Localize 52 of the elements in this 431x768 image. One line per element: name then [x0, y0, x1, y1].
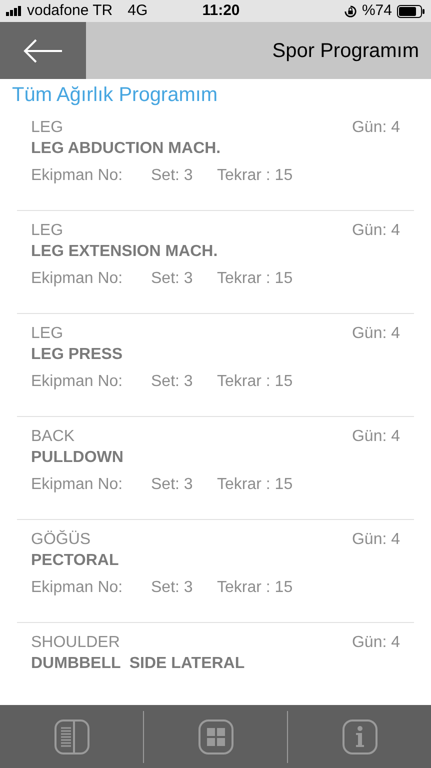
repetition-count: Tekrar : 15 [217, 475, 293, 495]
exercise-day: Gün: 4 [352, 530, 400, 550]
grid-icon [198, 718, 234, 754]
exercise-category: BACK [31, 427, 75, 447]
exercise-name: PULLDOWN [31, 448, 124, 468]
set-count: Set: 3 [151, 269, 194, 289]
exercise-name: LEG ABDUCTION MACH. [31, 139, 222, 159]
repetition-count: Tekrar : 15 [217, 578, 293, 598]
exercise-day: Gün: 4 [352, 633, 400, 653]
exercise-category: GÖĞÜS [31, 530, 91, 550]
back-button[interactable] [0, 22, 86, 79]
set-count: Set: 3 [151, 166, 194, 186]
exercise-row[interactable]: LEG Gün: 4 LEG PRESS Ekipman No: Set: 3 Tekrar : 15 [17, 314, 414, 417]
back-arrow-icon [23, 38, 63, 62]
set-count: Set: 3 [151, 578, 194, 598]
header-title: Spor Programım [272, 38, 419, 64]
exercise-row[interactable]: GÖĞÜS Gün: 4 PECTORAL Ekipman No: Set: 3 Tekrar : 15 [17, 520, 414, 623]
exercise-category: LEG [31, 324, 64, 344]
exercise-category: LEG [31, 118, 64, 138]
equipment-number: Ekipman No: [31, 475, 124, 495]
exercise-row[interactable]: LEG Gün: 4 LEG ABDUCTION MACH. Ekipman No: Set: 3 Tekrar : 15 [17, 108, 414, 211]
exercise-day: Gün: 4 [352, 118, 400, 138]
exercise-row[interactable]: BACK Gün: 4 PULLDOWN Ekipman No: Set: 3 Tekrar : 15 [17, 417, 414, 520]
network-type: 4G [128, 0, 148, 21]
info-icon [342, 718, 378, 754]
equipment-number: Ekipman No: [31, 578, 124, 598]
exercise-name: LEG PRESS [31, 345, 124, 365]
section-title: Tüm Ağırlık Programım [11, 83, 219, 108]
signal-icon [6, 6, 22, 16]
repetition-count: Tekrar : 15 [217, 372, 293, 392]
exercise-row[interactable]: LEG Gün: 4 LEG EXTENSION MACH. Ekipman No: Set: 3 Tekrar : 15 [17, 211, 414, 314]
repetition-count: Tekrar : 15 [217, 166, 293, 186]
set-count: Set: 3 [151, 475, 194, 495]
clock: 11:20 [201, 0, 241, 21]
equipment-number: Ekipman No: [31, 166, 124, 186]
exercise-name: LEG EXTENSION MACH. [31, 242, 219, 262]
battery-percent: %74 [362, 0, 392, 21]
repetition-count: Tekrar : 15 [217, 269, 293, 289]
document-list-icon [54, 718, 90, 754]
exercise-name: PECTORAL [31, 551, 120, 571]
carrier-name: vodafone TR [27, 0, 113, 21]
equipment-number: Ekipman No: [31, 372, 124, 392]
exercise-category: SHOULDER [31, 633, 120, 653]
exercise-name: DUMBBELL SIDE LATERAL [31, 654, 246, 674]
equipment-number: Ekipman No: [31, 269, 124, 289]
set-count: Set: 3 [151, 372, 194, 392]
rotation-lock-icon [344, 4, 357, 18]
battery-icon [397, 4, 425, 18]
exercise-day: Gün: 4 [352, 324, 400, 344]
exercise-day: Gün: 4 [352, 427, 400, 447]
exercise-day: Gün: 4 [352, 221, 400, 241]
exercise-category: LEG [31, 221, 64, 241]
